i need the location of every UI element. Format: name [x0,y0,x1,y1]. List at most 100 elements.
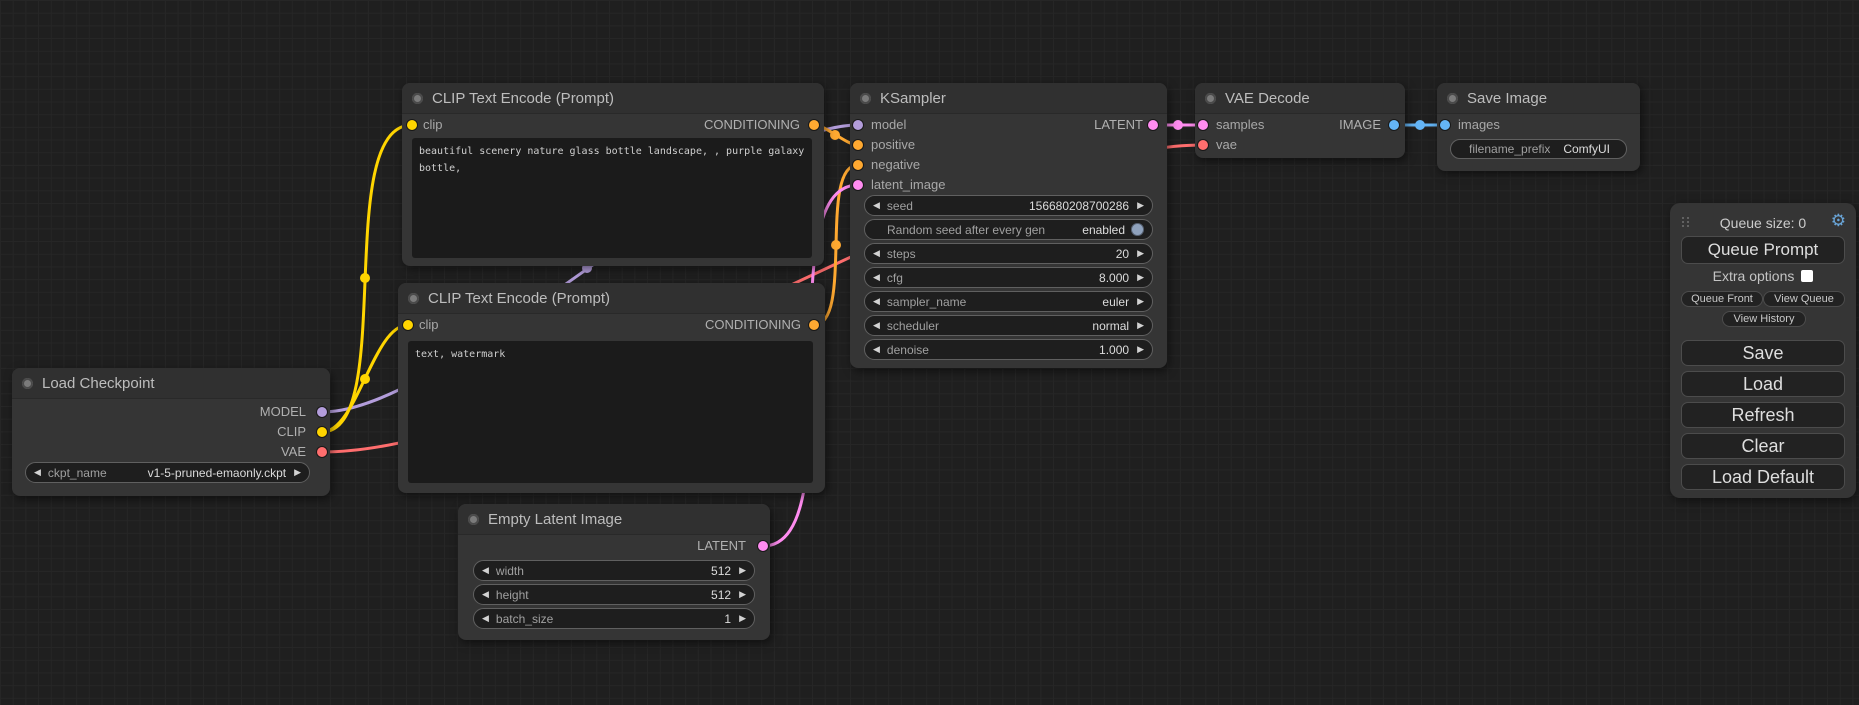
slot-clip-input[interactable] [407,120,417,130]
widget-seed[interactable]: ◀ seed 156680208700286 ▶ [864,195,1153,216]
widget-scheduler[interactable]: ◀ scheduler normal ▶ [864,315,1153,336]
save-button[interactable]: Save [1681,340,1845,366]
widget-value: v1-5-pruned-emaonly.ckpt [148,466,295,480]
load-default-button[interactable]: Load Default [1681,464,1845,490]
increment-arrow-icon[interactable]: ▶ [1137,243,1144,264]
increment-arrow-icon[interactable]: ▶ [739,608,746,629]
queue-front-button[interactable]: Queue Front [1681,291,1763,307]
slot-clip-output[interactable] [317,427,327,437]
increment-arrow-icon[interactable]: ▶ [1137,291,1144,312]
collapse-dot-icon[interactable] [408,293,419,304]
link-midpoint-dot [360,273,370,283]
widget-width[interactable]: ◀ width 512 ▶ [473,560,755,581]
widget-label: seed [880,199,1029,213]
widget-height[interactable]: ◀ height 512 ▶ [473,584,755,605]
slot-latent-image-input[interactable] [853,180,863,190]
collapse-dot-icon[interactable] [412,93,423,104]
increment-arrow-icon[interactable]: ▶ [1137,267,1144,288]
queue-menu-panel: Queue size: 0 ⚙ Queue Prompt Extra optio… [1670,203,1856,498]
widget-denoise[interactable]: ◀ denoise 1.000 ▶ [864,339,1153,360]
widget-value: ComfyUI [1563,142,1618,156]
slot-images-input[interactable] [1440,120,1450,130]
collapse-dot-icon[interactable] [1447,93,1458,104]
widget-batch-size[interactable]: ◀ batch_size 1 ▶ [473,608,755,629]
node-title: Save Image [1467,90,1547,107]
clear-button[interactable]: Clear [1681,433,1845,459]
slot-negative-input[interactable] [853,160,863,170]
slot-latent-output[interactable] [1148,120,1158,130]
node-empty-latent-image[interactable]: Empty Latent Image LATENT ◀ width 512 ▶ … [458,504,770,640]
input-label-clip: clip [419,315,439,335]
node-title: CLIP Text Encode (Prompt) [432,90,614,107]
widget-cfg[interactable]: ◀ cfg 8.000 ▶ [864,267,1153,288]
decrement-arrow-icon[interactable]: ◀ [873,291,880,312]
extra-options-checkbox[interactable] [1801,270,1813,282]
decrement-arrow-icon[interactable]: ◀ [873,195,880,216]
slot-samples-input[interactable] [1198,120,1208,130]
negative-prompt-textarea[interactable]: text, watermark [408,341,813,483]
collapse-dot-icon[interactable] [860,93,871,104]
node-titlebar[interactable]: Load Checkpoint [12,368,330,399]
widget-sampler-name[interactable]: ◀ sampler_name euler ▶ [864,291,1153,312]
widget-value: 156680208700286 [1029,199,1137,213]
slot-positive-input[interactable] [853,140,863,150]
widget-label: scheduler [880,319,1092,333]
node-titlebar[interactable]: Empty Latent Image [458,504,770,535]
view-queue-button[interactable]: View Queue [1763,291,1845,307]
increment-arrow-icon[interactable]: ▶ [1137,315,1144,336]
slot-model-output[interactable] [317,407,327,417]
widget-filename-prefix[interactable]: filename_prefix ComfyUI [1450,139,1627,159]
toggle-enabled-icon[interactable] [1131,223,1144,236]
increment-arrow-icon[interactable]: ▶ [739,560,746,581]
settings-gear-icon[interactable]: ⚙ [1831,211,1846,231]
slot-vae-input[interactable] [1198,140,1208,150]
slot-vae-output[interactable] [317,447,327,457]
widget-value: 512 [711,588,739,602]
node-titlebar[interactable]: CLIP Text Encode (Prompt) [398,283,825,314]
increment-arrow-icon[interactable]: ▶ [294,462,301,483]
node-clip-text-encode-positive[interactable]: CLIP Text Encode (Prompt) clip CONDITION… [402,83,824,266]
slot-image-output[interactable] [1389,120,1399,130]
slot-conditioning-output[interactable] [809,320,819,330]
collapse-dot-icon[interactable] [468,514,479,525]
node-load-checkpoint[interactable]: Load Checkpoint MODEL CLIP VAE ◀ ckpt_na… [12,368,330,496]
decrement-arrow-icon[interactable]: ◀ [482,584,489,605]
positive-prompt-textarea[interactable]: beautiful scenery nature glass bottle la… [412,138,812,258]
node-titlebar[interactable]: KSampler [850,83,1167,114]
node-vae-decode[interactable]: VAE Decode samples IMAGE vae [1195,83,1405,158]
node-title: CLIP Text Encode (Prompt) [428,290,610,307]
node-graph-canvas[interactable]: Load Checkpoint MODEL CLIP VAE ◀ ckpt_na… [0,0,1859,705]
decrement-arrow-icon[interactable]: ◀ [34,462,41,483]
node-titlebar[interactable]: VAE Decode [1195,83,1405,114]
increment-arrow-icon[interactable]: ▶ [1137,339,1144,360]
refresh-button[interactable]: Refresh [1681,402,1845,428]
increment-arrow-icon[interactable]: ▶ [1137,195,1144,216]
decrement-arrow-icon[interactable]: ◀ [482,608,489,629]
load-button[interactable]: Load [1681,371,1845,397]
node-titlebar[interactable]: Save Image [1437,83,1640,114]
increment-arrow-icon[interactable]: ▶ [739,584,746,605]
decrement-arrow-icon[interactable]: ◀ [482,560,489,581]
queue-prompt-button[interactable]: Queue Prompt [1681,236,1845,264]
node-titlebar[interactable]: CLIP Text Encode (Prompt) [402,83,824,114]
decrement-arrow-icon[interactable]: ◀ [873,267,880,288]
widget-label: cfg [880,271,1099,285]
widget-random-seed-toggle[interactable]: Random seed after every gen enabled [864,219,1153,240]
node-clip-text-encode-negative[interactable]: CLIP Text Encode (Prompt) clip CONDITION… [398,283,825,493]
slot-clip-input[interactable] [403,320,413,330]
widget-ckpt-name[interactable]: ◀ ckpt_name v1-5-pruned-emaonly.ckpt ▶ [25,462,310,483]
slot-latent-output[interactable] [758,541,768,551]
node-ksampler[interactable]: KSampler model LATENT positive negative … [850,83,1167,368]
collapse-dot-icon[interactable] [22,378,33,389]
node-save-image[interactable]: Save Image images filename_prefix ComfyU… [1437,83,1640,171]
slot-conditioning-output[interactable] [809,120,819,130]
collapse-dot-icon[interactable] [1205,93,1216,104]
widget-steps[interactable]: ◀ steps 20 ▶ [864,243,1153,264]
decrement-arrow-icon[interactable]: ◀ [873,243,880,264]
widget-label: filename_prefix [1459,142,1563,156]
view-history-button[interactable]: View History [1722,311,1806,327]
decrement-arrow-icon[interactable]: ◀ [873,339,880,360]
decrement-arrow-icon[interactable]: ◀ [873,315,880,336]
slot-model-input[interactable] [853,120,863,130]
widget-value: enabled [1082,223,1131,237]
